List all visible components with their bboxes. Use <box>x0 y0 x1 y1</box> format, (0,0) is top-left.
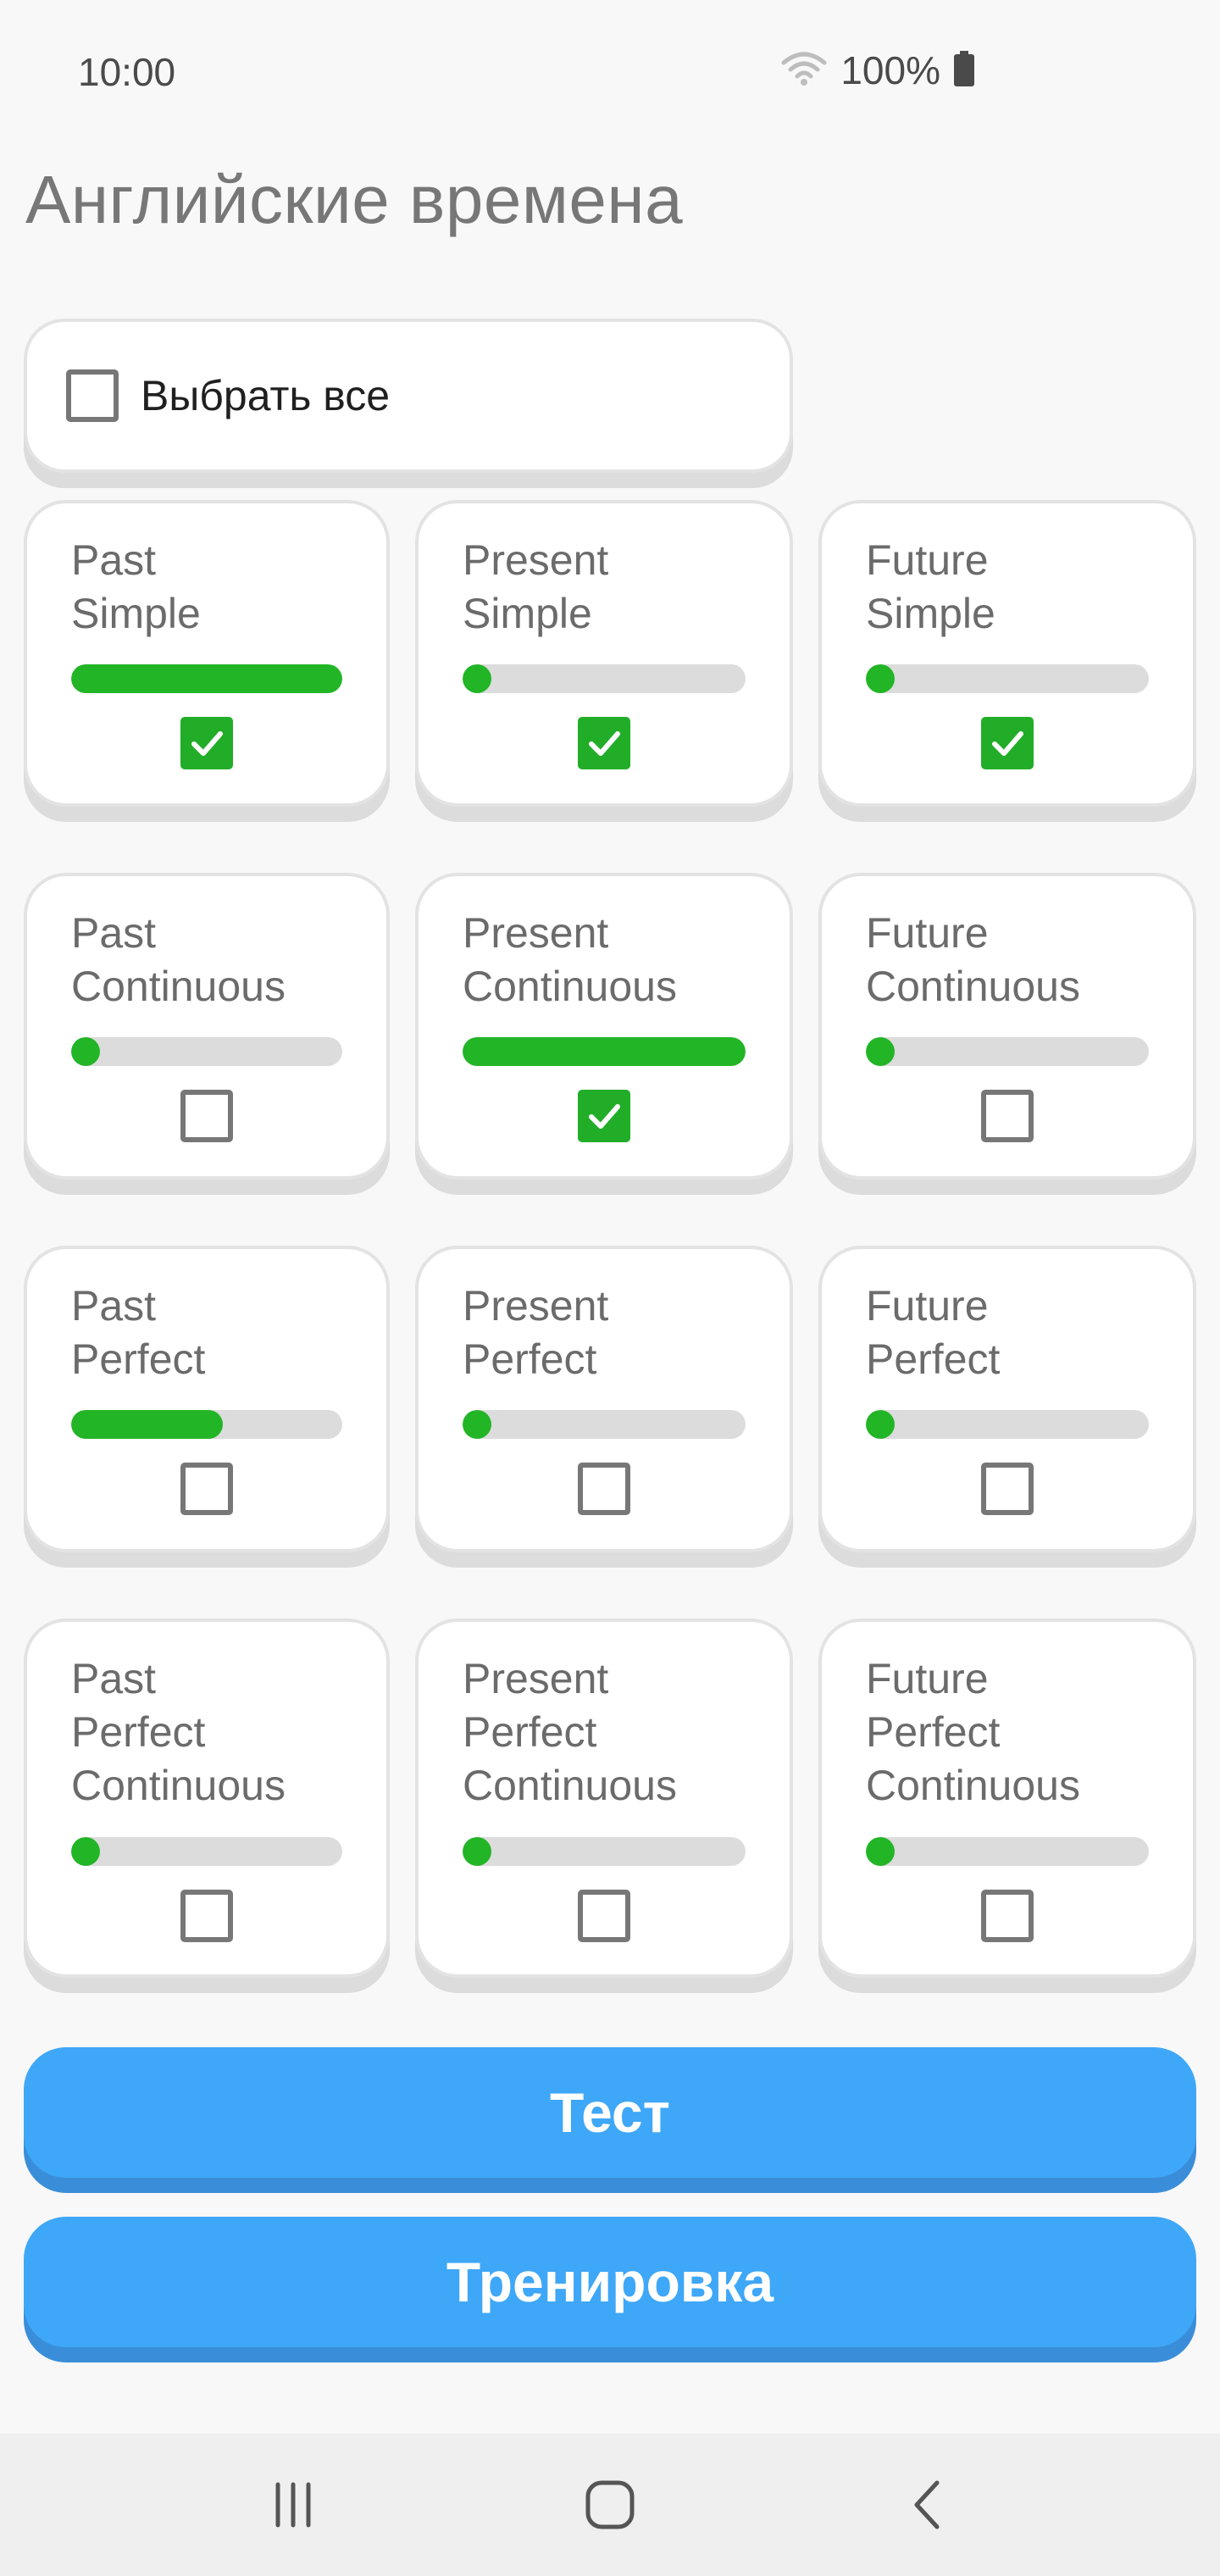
tense-name: Future Simple <box>866 536 995 637</box>
tense-card-future-perfect-continuous[interactable]: Future Perfect Continuous <box>818 1618 1196 1978</box>
tense-checkbox[interactable] <box>981 717 1034 769</box>
recent-apps-button[interactable] <box>225 2434 361 2576</box>
wifi-icon <box>781 51 827 91</box>
tense-checkbox[interactable] <box>981 1090 1034 1142</box>
tense-card-past-perfect[interactable]: Past Perfect <box>24 1246 390 1552</box>
progress-bar <box>71 664 342 693</box>
test-button[interactable]: Тест <box>24 2047 1196 2178</box>
status-bar: 10:00 100% <box>0 0 1220 153</box>
progress-bar <box>866 1837 1149 1866</box>
tense-card-present-perfect-continuous[interactable]: Present Perfect Continuous <box>415 1618 793 1978</box>
tense-cell: Past Simple <box>24 500 390 807</box>
tense-name: Past Perfect Continuous <box>71 1655 286 1809</box>
tense-name: Future Perfect Continuous <box>866 1655 1080 1809</box>
tense-card-future-perfect[interactable]: Future Perfect <box>818 1246 1196 1552</box>
progress-bar <box>866 664 1149 693</box>
tense-name: Past Perfect <box>71 1282 206 1383</box>
tense-cell: Future Perfect <box>818 1180 1196 1552</box>
tense-checkbox[interactable] <box>180 1890 233 1942</box>
progress-bar <box>463 1410 746 1439</box>
progress-fill <box>866 664 895 693</box>
tense-checkbox[interactable] <box>180 717 233 769</box>
tense-checkbox[interactable] <box>578 1890 630 1942</box>
tense-cell: Present Perfect <box>415 1180 793 1552</box>
checkmark-icon <box>992 731 1023 756</box>
tense-name: Past Simple <box>71 536 201 637</box>
tense-cell: Future Perfect Continuous <box>818 1552 1196 1978</box>
tense-cell: Past Perfect Continuous <box>24 1552 390 1978</box>
tense-checkbox[interactable] <box>180 1463 233 1515</box>
tense-cell: Future Simple <box>818 500 1196 807</box>
training-button[interactable]: Тренировка <box>24 2217 1196 2347</box>
tense-card-present-simple[interactable]: Present Simple <box>415 500 793 807</box>
tense-checkbox[interactable] <box>578 1463 630 1515</box>
battery-icon <box>954 50 974 91</box>
back-icon <box>914 2480 940 2529</box>
status-time: 10:00 <box>78 50 176 94</box>
tense-cell: Present Continuous <box>415 807 793 1180</box>
home-button[interactable] <box>542 2434 678 2576</box>
tense-cell: Past Perfect <box>24 1180 390 1552</box>
progress-bar <box>463 1837 746 1866</box>
tense-grid: Past Simple Present Simple Future Simple Pa… <box>24 500 1196 1978</box>
tense-name: Future Continuous <box>866 909 1080 1010</box>
tense-name: Present Simple <box>463 536 609 637</box>
tense-checkbox[interactable] <box>578 717 630 769</box>
page-title: Английские времена <box>25 162 684 237</box>
tense-card-present-continuous[interactable]: Present Continuous <box>415 873 793 1180</box>
select-all-checkbox[interactable] <box>66 369 119 422</box>
tense-cell: Past Continuous <box>24 807 390 1180</box>
progress-bar <box>463 1037 746 1066</box>
progress-fill <box>866 1037 895 1066</box>
tense-card-past-perfect-continuous[interactable]: Past Perfect Continuous <box>24 1618 390 1978</box>
tense-card-past-continuous[interactable]: Past Continuous <box>24 873 390 1180</box>
tense-card-present-perfect[interactable]: Present Perfect <box>415 1246 793 1552</box>
progress-fill <box>71 1410 224 1439</box>
status-indicators: 100% <box>781 47 974 93</box>
system-nav-bar <box>0 2434 1220 2576</box>
progress-fill <box>866 1837 895 1866</box>
tense-checkbox[interactable] <box>578 1090 630 1142</box>
tense-name: Future Perfect <box>866 1282 1001 1383</box>
tense-checkbox[interactable] <box>981 1463 1034 1515</box>
progress-bar <box>71 1837 342 1866</box>
select-all-toggle[interactable]: Выбрать все <box>24 319 793 473</box>
recent-apps-icon <box>275 2482 311 2528</box>
tense-card-future-continuous[interactable]: Future Continuous <box>818 873 1196 1180</box>
tense-name: Past Continuous <box>71 909 286 1010</box>
progress-fill <box>866 1410 895 1439</box>
back-button[interactable] <box>861 2434 996 2576</box>
progress-bar <box>71 1037 342 1066</box>
tense-cell: Present Simple <box>415 500 793 807</box>
tense-checkbox[interactable] <box>180 1090 233 1142</box>
progress-bar <box>866 1037 1149 1066</box>
tense-cell: Present Perfect Continuous <box>415 1552 793 1978</box>
progress-fill <box>463 664 491 693</box>
progress-bar <box>866 1410 1149 1439</box>
tense-checkbox[interactable] <box>981 1890 1034 1942</box>
tense-card-future-simple[interactable]: Future Simple <box>818 500 1196 807</box>
checkmark-icon <box>589 1104 620 1129</box>
progress-fill <box>71 1837 100 1866</box>
tense-name: Present Continuous <box>463 909 677 1010</box>
progress-fill <box>463 1837 491 1866</box>
progress-bar <box>463 664 746 693</box>
home-icon <box>585 2480 635 2529</box>
tense-name: Present Perfect Continuous <box>463 1655 677 1809</box>
checkmark-icon <box>191 731 223 756</box>
checkmark-icon <box>589 731 620 756</box>
battery-percentage: 100% <box>840 48 940 92</box>
tense-card-past-simple[interactable]: Past Simple <box>24 500 390 807</box>
tense-cell: Future Continuous <box>818 807 1196 1180</box>
tense-name: Present Perfect <box>463 1282 609 1383</box>
progress-fill <box>463 1410 491 1439</box>
progress-fill <box>463 1037 746 1066</box>
progress-fill <box>71 1037 100 1066</box>
progress-fill <box>71 664 342 693</box>
select-all-label: Выбрать все <box>141 372 391 419</box>
progress-bar <box>71 1410 342 1439</box>
